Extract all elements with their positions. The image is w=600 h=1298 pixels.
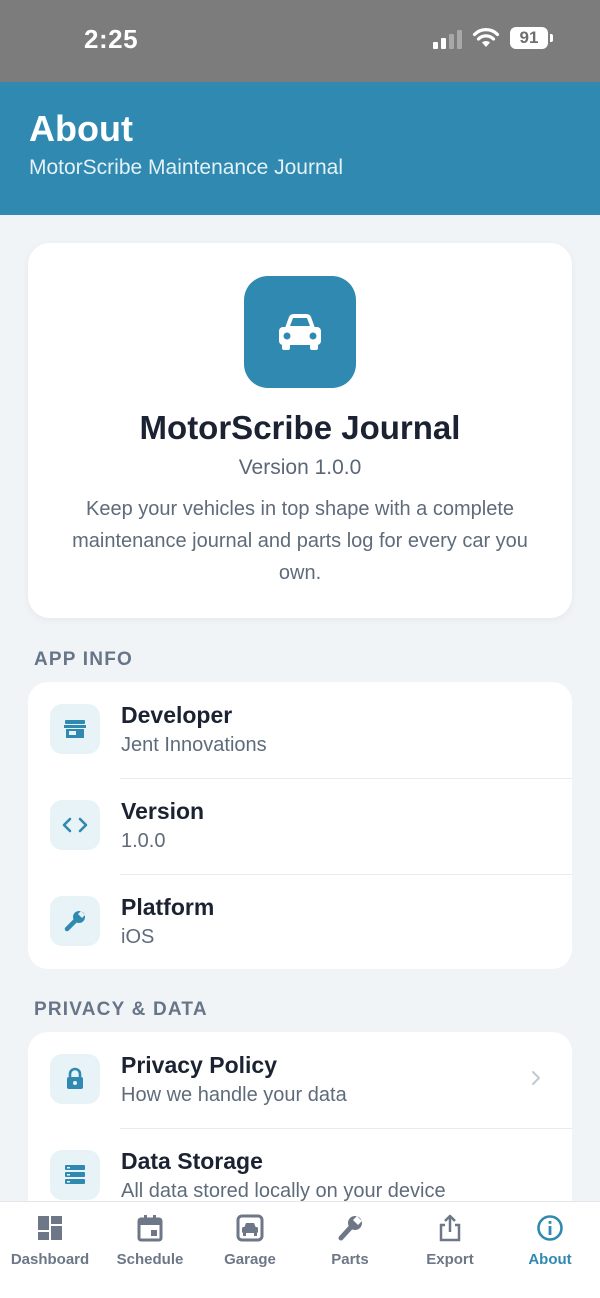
cellular-signal-icon xyxy=(433,27,462,49)
section-label-privacy: PRIVACY & DATA xyxy=(34,999,208,1020)
tab-label: Schedule xyxy=(116,1251,184,1268)
row-title: Privacy Policy xyxy=(121,1052,277,1078)
privacy-policy-row[interactable]: Privacy Policy How we handle your data xyxy=(28,1032,572,1128)
row-subtitle: 1.0.0 xyxy=(121,830,166,852)
tab-dashboard[interactable]: Dashboard xyxy=(0,1202,100,1298)
page-title: About xyxy=(29,108,133,149)
code-icon xyxy=(50,800,100,850)
row-title: Version xyxy=(121,798,205,824)
storage-icon xyxy=(50,1150,100,1200)
tab-label: Export xyxy=(426,1251,474,1268)
tab-export[interactable]: Export xyxy=(400,1202,500,1298)
app-name: MotorScribe Journal xyxy=(139,409,461,446)
tab-schedule[interactable]: Schedule xyxy=(100,1202,200,1298)
tab-about[interactable]: About xyxy=(500,1202,600,1298)
store-icon xyxy=(50,704,100,754)
app-hero-card: MotorScribe Journal Version 1.0.0 Keep y… xyxy=(28,243,572,618)
wrench-icon xyxy=(50,896,100,946)
app-info-card: Developer Jent Innovations Version 1.0.0… xyxy=(28,682,572,969)
row-subtitle: Jent Innovations xyxy=(121,734,267,756)
tab-label: Garage xyxy=(224,1251,276,1268)
share-icon xyxy=(439,1214,461,1242)
status-bar: 2:25 91 xyxy=(0,0,600,82)
calendar-icon xyxy=(137,1215,163,1242)
battery-icon: 91 xyxy=(510,27,553,49)
page-subtitle: MotorScribe Maintenance Journal xyxy=(29,156,343,179)
status-icons: 91 xyxy=(433,27,553,49)
info-row-platform: Platform iOS xyxy=(28,874,572,969)
tab-label: Dashboard xyxy=(10,1251,90,1268)
status-time: 2:25 xyxy=(84,24,139,54)
wifi-icon xyxy=(472,28,500,47)
app-description: Keep your vehicles in top shape with a c… xyxy=(72,498,528,584)
chevron-right-icon xyxy=(532,1071,540,1085)
wrench-icon xyxy=(338,1216,362,1241)
tab-label: About xyxy=(528,1251,572,1268)
app-header: About MotorScribe Maintenance Journal xyxy=(0,82,600,215)
car-icon xyxy=(244,276,356,388)
battery-level: 91 xyxy=(519,28,539,47)
row-title: Developer xyxy=(121,702,233,728)
info-row-developer: Developer Jent Innovations xyxy=(28,682,572,778)
tab-parts[interactable]: Parts xyxy=(300,1202,400,1298)
lock-icon xyxy=(50,1054,100,1104)
dashboard-icon xyxy=(38,1216,62,1240)
row-title: Data Storage xyxy=(121,1148,263,1174)
tab-label: Parts xyxy=(331,1251,369,1268)
app-version: Version 1.0.0 xyxy=(238,456,362,479)
row-subtitle: How we handle your data xyxy=(121,1084,347,1106)
row-title: Platform xyxy=(121,894,215,920)
garage-icon xyxy=(236,1214,264,1242)
tab-bar: Dashboard Schedule Garage Parts Export A… xyxy=(0,1201,600,1298)
info-row-version: Version 1.0.0 xyxy=(28,778,572,874)
row-subtitle: All data stored locally on your device xyxy=(121,1180,446,1202)
info-icon xyxy=(537,1215,563,1241)
section-label-app-info: APP INFO xyxy=(34,649,133,670)
tab-garage[interactable]: Garage xyxy=(200,1202,300,1298)
row-subtitle: iOS xyxy=(121,926,155,948)
